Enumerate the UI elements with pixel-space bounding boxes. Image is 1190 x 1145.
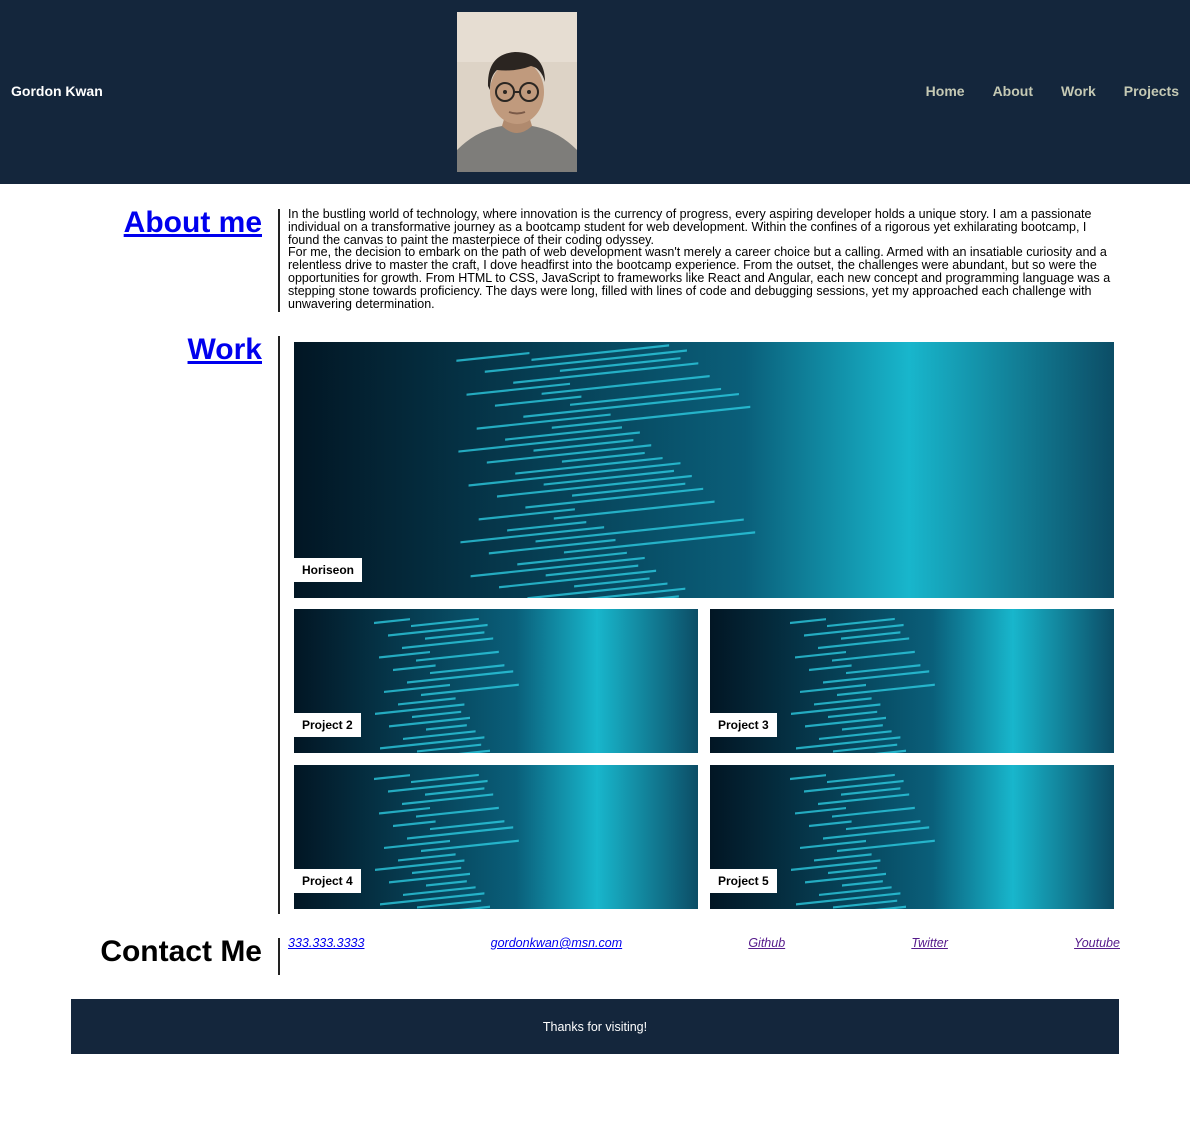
work-divider (278, 336, 280, 914)
work-heading: Work (188, 335, 262, 365)
project-label: Project 3 (710, 713, 777, 737)
code-screen-image (294, 342, 1114, 598)
email-link[interactable]: gordonkwan@msn.com (491, 936, 623, 950)
contact-heading: Contact Me (100, 935, 262, 968)
nav-about-link[interactable]: About (993, 83, 1033, 99)
about-text: In the bustling world of technology, whe… (288, 208, 1120, 310)
work-heading-link[interactable]: Work (188, 333, 262, 366)
site-footer: Thanks for visiting! (71, 999, 1119, 1054)
project-card-4[interactable]: Project 4 (294, 765, 698, 909)
contact-links: 333.333.3333 gordonkwan@msn.com Github T… (288, 936, 1120, 950)
about-paragraph: For me, the decision to embark on the pa… (288, 245, 1111, 311)
footer-text: Thanks for visiting! (542, 1019, 648, 1034)
nav-projects-link[interactable]: Projects (1124, 83, 1179, 99)
project-card-horiseon[interactable]: Horiseon (294, 342, 1114, 598)
project-label: Horiseon (294, 558, 363, 582)
profile-photo (457, 12, 577, 172)
phone-link[interactable]: 333.333.3333 (288, 936, 364, 950)
youtube-link[interactable]: Youtube (1074, 936, 1120, 950)
twitter-link[interactable]: Twitter (911, 936, 948, 950)
project-card-5[interactable]: Project 5 (710, 765, 1114, 909)
nav-work-link[interactable]: Work (1061, 83, 1096, 99)
site-brand: Gordon Kwan (11, 83, 103, 99)
project-label: Project 5 (710, 869, 777, 893)
project-card-3[interactable]: Project 3 (710, 609, 1114, 753)
site-header: Gordon Kwan Home About Work Projects (0, 0, 1190, 184)
project-label: Project 4 (294, 869, 361, 893)
contact-divider (278, 938, 280, 975)
project-card-2[interactable]: Project 2 (294, 609, 698, 753)
nav-home-link[interactable]: Home (926, 83, 965, 99)
main-nav: Home About Work Projects (926, 83, 1179, 99)
project-label: Project 2 (294, 713, 361, 737)
about-heading-link[interactable]: About me (124, 206, 262, 239)
about-heading: About me (124, 208, 262, 238)
about-divider (278, 209, 280, 312)
about-paragraph: In the bustling world of technology, whe… (288, 207, 1092, 247)
github-link[interactable]: Github (748, 936, 785, 950)
